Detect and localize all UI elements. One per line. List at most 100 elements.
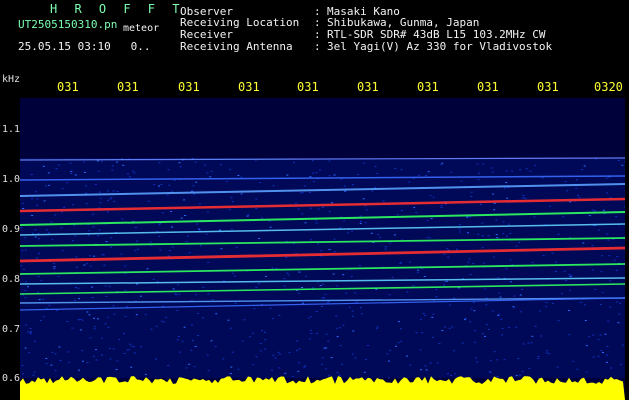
noise-speck <box>228 209 231 210</box>
noise-speck <box>199 245 202 247</box>
noise-speck <box>309 176 312 178</box>
noise-speck <box>127 349 130 351</box>
noise-speck <box>260 217 263 219</box>
noise-speck <box>196 223 199 225</box>
noise-speck <box>116 191 119 192</box>
noise-speck <box>185 367 188 369</box>
noise-speck <box>53 263 56 265</box>
noise-speck <box>417 269 420 271</box>
noise-speck <box>517 358 520 359</box>
noise-speck <box>609 197 612 199</box>
noise-speck <box>476 361 479 363</box>
noise-speck <box>32 374 35 376</box>
noise-speck <box>339 327 341 329</box>
noise-speck <box>591 269 594 271</box>
noise-speck <box>315 172 318 174</box>
noise-speck <box>554 261 557 263</box>
noise-speck <box>563 270 566 272</box>
noise-speck <box>104 323 107 325</box>
noise-speck <box>241 340 244 342</box>
noise-speck <box>484 288 487 290</box>
noise-speck <box>132 346 135 348</box>
noise-speck <box>367 345 369 346</box>
noise-speck <box>321 363 324 365</box>
noise-speck <box>495 234 498 236</box>
noise-speck <box>336 371 339 373</box>
noise-speck <box>259 343 262 344</box>
noise-speck <box>521 289 524 290</box>
noise-speck <box>76 266 78 268</box>
noise-speck <box>45 185 47 187</box>
noise-speck <box>89 265 92 267</box>
noise-speck <box>120 253 123 255</box>
noise-speck <box>79 329 82 331</box>
noise-speck <box>320 250 323 252</box>
noise-speck <box>424 365 427 367</box>
noise-speck <box>206 354 209 356</box>
noise-speck <box>91 286 94 288</box>
noise-speck <box>568 334 571 336</box>
noise-speck <box>607 320 610 322</box>
noise-speck <box>371 190 374 192</box>
noise-speck <box>176 339 179 341</box>
noise-speck <box>83 264 86 266</box>
noise-speck <box>500 318 502 320</box>
noise-speck <box>451 326 454 328</box>
noise-speck <box>354 292 357 294</box>
noise-speck <box>537 358 540 359</box>
noise-speck <box>406 355 409 357</box>
noise-speck <box>277 351 280 353</box>
noise-speck <box>286 174 289 176</box>
noise-speck <box>568 310 571 311</box>
noise-speck <box>272 354 275 356</box>
noise-speck <box>321 297 324 299</box>
noise-speck <box>278 353 281 355</box>
spectrogram <box>20 98 625 400</box>
noise-speck <box>209 176 212 178</box>
noise-speck <box>296 349 298 351</box>
noise-speck <box>591 209 594 211</box>
noise-speck <box>38 299 41 301</box>
noise-speck <box>136 283 139 285</box>
noise-speck <box>421 332 424 334</box>
noise-speck <box>444 281 447 283</box>
noise-speck <box>107 190 109 192</box>
noise-speck <box>335 315 338 317</box>
noise-speck <box>183 326 186 328</box>
noise-speck <box>365 209 368 211</box>
noise-speck <box>624 161 625 163</box>
noise-speck <box>540 335 543 337</box>
noise-speck <box>400 210 403 212</box>
noise-speck <box>340 178 343 180</box>
noise-speck <box>509 259 512 261</box>
noise-speck <box>86 263 88 265</box>
noise-speck <box>519 374 521 376</box>
noise-speck <box>198 229 201 231</box>
noise-speck <box>81 350 84 352</box>
noise-speck <box>309 207 312 209</box>
noise-speck <box>192 340 194 342</box>
noise-speck <box>359 220 362 222</box>
datetime-value: 25.05.15 03:10 <box>18 40 111 53</box>
noise-speck <box>229 168 232 170</box>
noise-speck <box>249 336 252 338</box>
noise-speck <box>86 362 89 363</box>
noise-speck <box>521 371 524 372</box>
noise-speck <box>297 370 300 372</box>
noise-speck <box>272 185 275 187</box>
noise-speck <box>20 227 23 229</box>
noise-speck <box>342 324 345 326</box>
noise-speck <box>144 313 147 315</box>
noise-speck <box>274 357 277 359</box>
noise-speck <box>106 211 109 213</box>
noise-speck <box>229 373 232 374</box>
noise-speck <box>572 360 575 362</box>
noise-speck <box>548 353 551 355</box>
noise-speck <box>255 198 258 200</box>
noise-speck <box>473 310 476 312</box>
noise-speck <box>50 221 53 223</box>
noise-speck <box>108 348 111 349</box>
noise-speck <box>24 237 27 239</box>
noise-speck <box>52 267 55 269</box>
noise-speck <box>61 250 64 252</box>
